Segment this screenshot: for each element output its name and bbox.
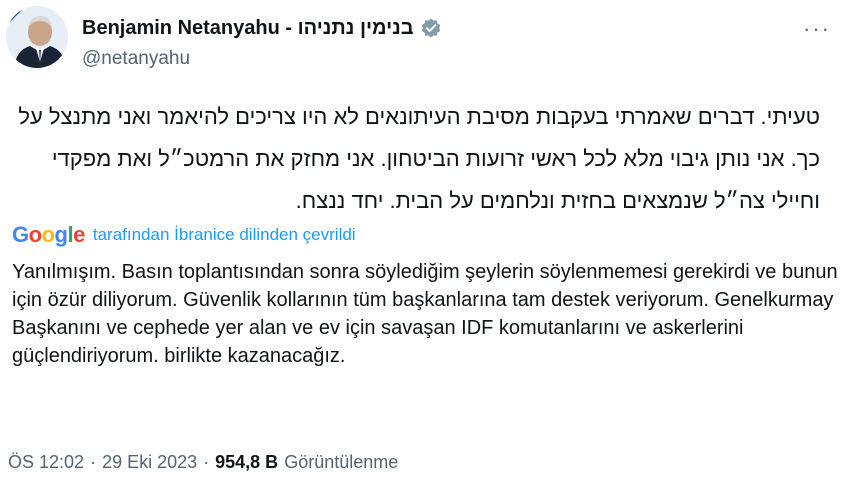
translated-by-link[interactable]: tarafından İbranice dilinden çevrildi [93, 225, 356, 245]
verified-badge-icon[interactable] [420, 17, 442, 39]
avatar[interactable] [6, 6, 68, 68]
google-logo: Google [12, 222, 85, 248]
google-logo-letter: o [41, 222, 55, 247]
google-logo-letter: e [73, 222, 85, 247]
google-logo-letter: g [54, 222, 68, 247]
tweet-original-text: טעיתי. דברים שאמרתי בעקבות מסיבת העיתונא… [18, 104, 820, 213]
google-logo-letter: G [12, 222, 29, 247]
more-options-button[interactable]: ··· [802, 16, 832, 41]
google-logo-letter: o [28, 222, 42, 247]
translation-attribution: Google tarafından İbranice dilinden çevr… [12, 222, 356, 248]
meta-separator: · [90, 452, 97, 472]
author-display-name[interactable]: Benjamin Netanyahu - בנימין נתניהו [82, 17, 414, 40]
avatar-image [6, 6, 68, 68]
meta-separator: · [203, 452, 210, 472]
tweet-meta: ÖS 12:02 · 29 Eki 2023 · 954,8 B Görüntü… [8, 452, 398, 473]
more-icon: ··· [803, 16, 831, 41]
tweet-translated-text: Yanılmışım. Basın toplantısından sonra s… [12, 261, 838, 367]
author-handle[interactable]: @netanyahu [82, 48, 190, 70]
author-name-row[interactable]: Benjamin Netanyahu - בנימין נתניהו [82, 14, 442, 42]
tweet-date-link[interactable]: 29 Eki 2023 [102, 452, 197, 473]
views-label: Görüntülenme [284, 452, 399, 472]
views-count: 954,8 B [215, 452, 279, 472]
tweet-time-link[interactable]: ÖS 12:02 [8, 452, 84, 473]
